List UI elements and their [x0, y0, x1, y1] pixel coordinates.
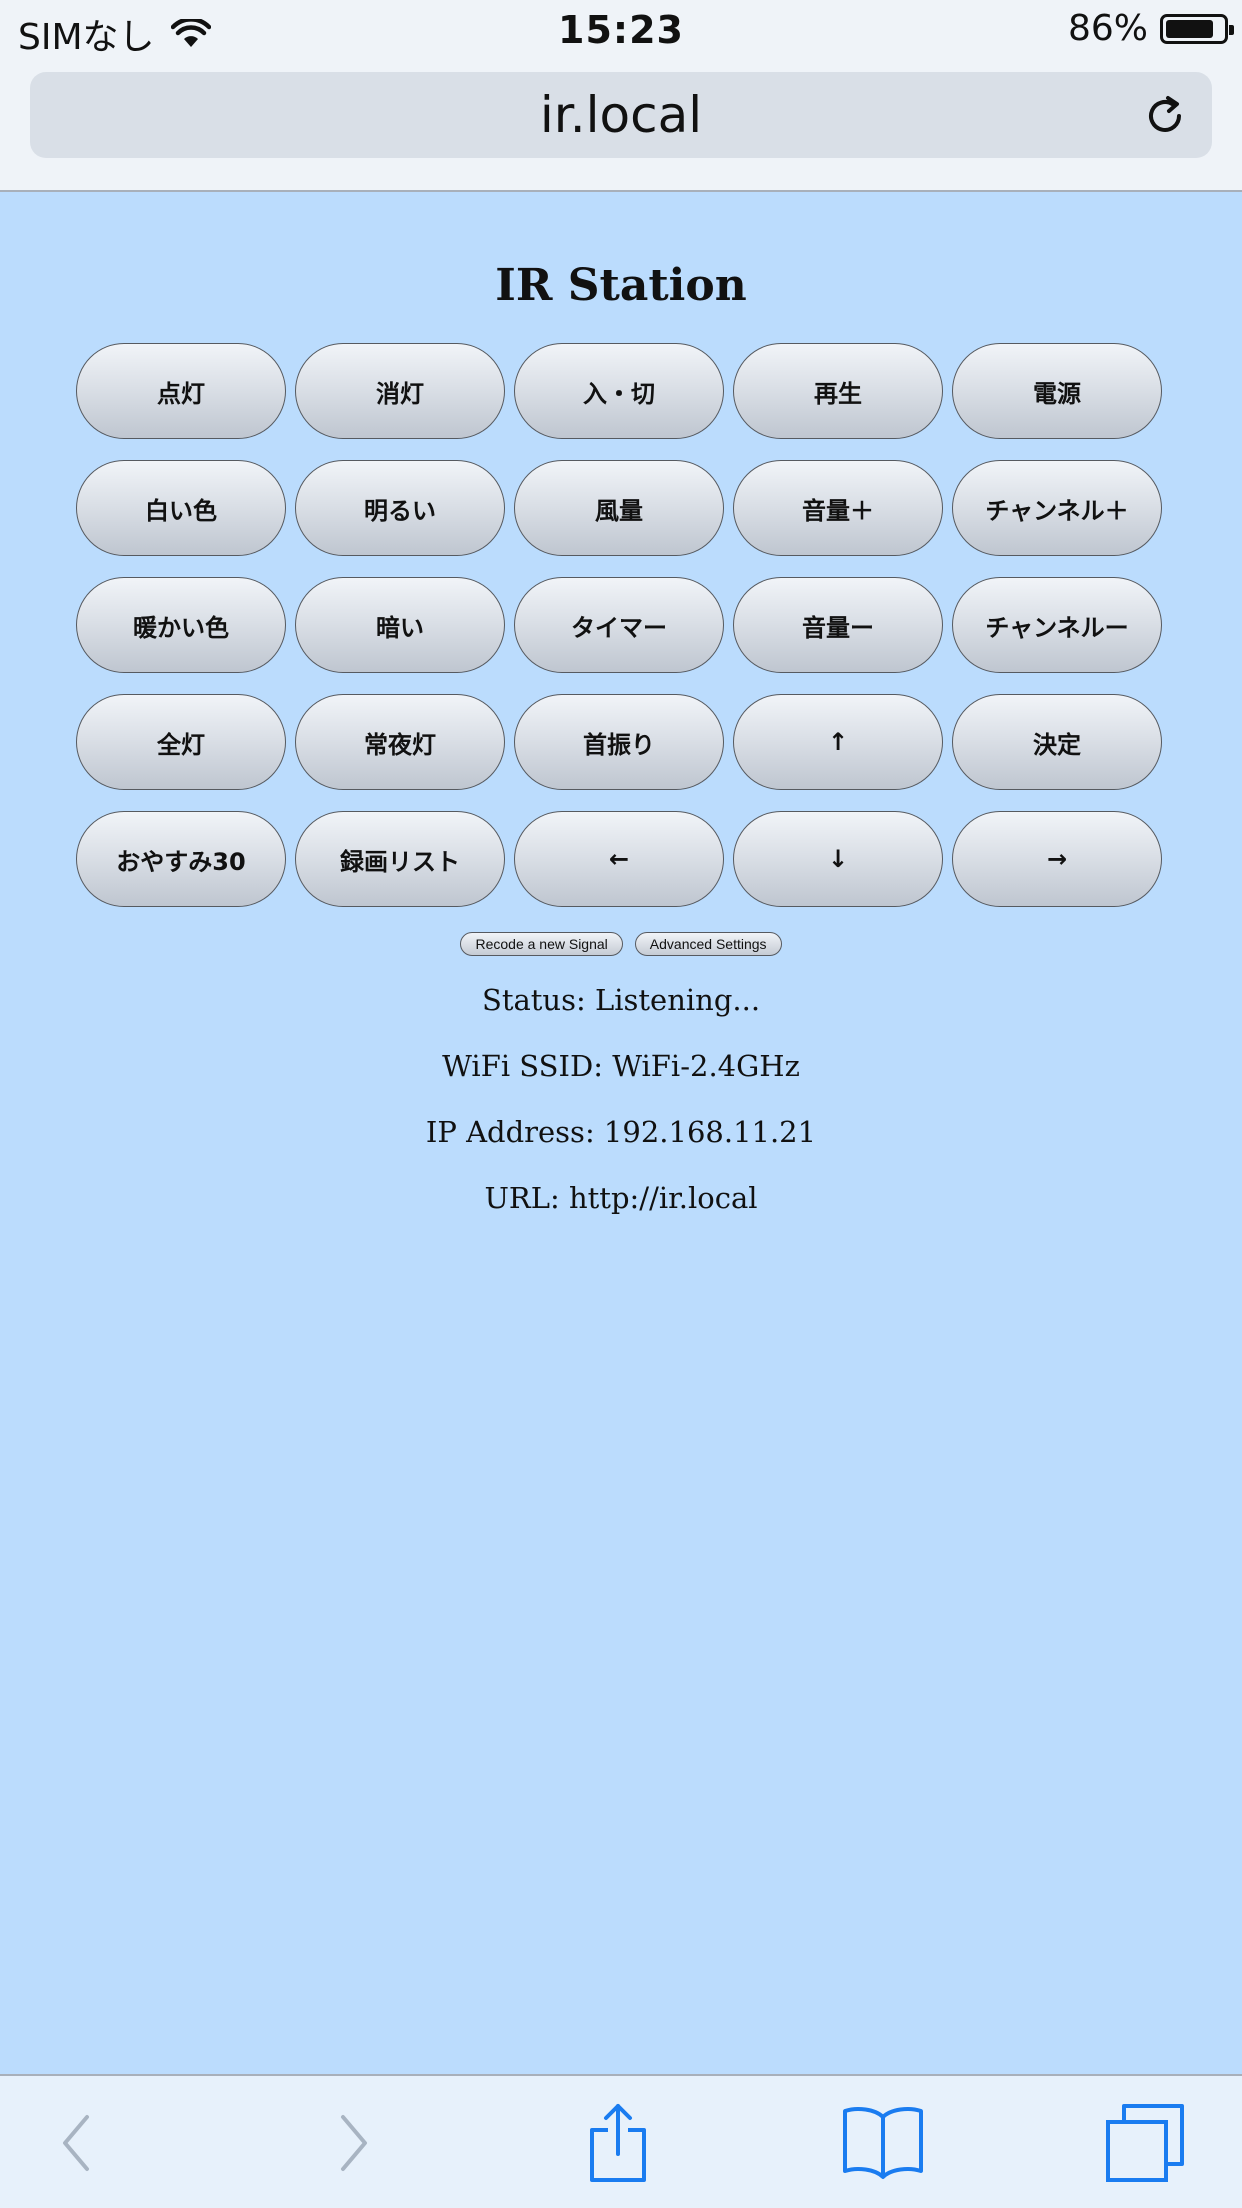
forward-button[interactable] — [308, 2102, 398, 2184]
ir-button[interactable]: チャンネル＋ — [952, 460, 1162, 556]
ir-button[interactable]: 音量＋ — [733, 460, 943, 556]
ir-button[interactable]: 入・切 — [514, 343, 724, 439]
address-field[interactable]: ir.local — [30, 72, 1212, 158]
page-title: IR Station — [495, 260, 747, 311]
ir-button[interactable]: 明るい — [295, 460, 505, 556]
ir-button[interactable]: 白い色 — [76, 460, 286, 556]
bookmarks-button[interactable] — [838, 2102, 928, 2184]
ir-button[interactable]: 常夜灯 — [295, 694, 505, 790]
advanced-settings-button[interactable]: Advanced Settings — [634, 932, 782, 956]
ir-button[interactable]: 録画リスト — [295, 811, 505, 907]
back-button[interactable] — [32, 2102, 122, 2184]
book-icon — [843, 2107, 923, 2179]
status-text: Status: Listening... — [481, 983, 761, 1017]
settings-buttons: Recode a new Signal Advanced Settings — [0, 932, 1242, 956]
ir-button[interactable]: 点灯 — [76, 343, 286, 439]
ir-button[interactable]: 暖かい色 — [76, 577, 286, 673]
ir-button[interactable]: 再生 — [733, 343, 943, 439]
clock: 15:23 — [558, 8, 684, 52]
wifi-ssid-text: WiFi SSID: WiFi-2.4GHz — [442, 1049, 800, 1083]
chevron-right-icon — [341, 2115, 367, 2171]
address-bar-area: ir.local — [0, 62, 1242, 192]
ir-button-left[interactable]: ← — [514, 811, 724, 907]
ir-button-grid: 点灯 消灯 入・切 再生 電源 白い色 明るい 風量 音量＋ チャンネル＋ 暖か… — [76, 343, 1166, 907]
device-info: Status: Listening... WiFi SSID: WiFi-2.4… — [0, 982, 1242, 1246]
status-right: 86% — [1067, 8, 1234, 49]
ir-button[interactable]: 消灯 — [295, 343, 505, 439]
ir-button[interactable]: タイマー — [514, 577, 724, 673]
web-content: IR Station 点灯 消灯 入・切 再生 電源 白い色 明るい 風量 音量… — [0, 192, 1242, 2074]
ir-button[interactable]: 首振り — [514, 694, 724, 790]
battery-icon — [1160, 13, 1234, 44]
status-bar: SIMなし 15:23 86% — [0, 0, 1242, 62]
ir-button[interactable]: おやすみ30 — [76, 811, 286, 907]
ir-button-right[interactable]: → — [952, 811, 1162, 907]
ip-address-text: IP Address: 192.168.11.21 — [425, 1115, 817, 1149]
url-text: URL: http://ir.local — [484, 1181, 758, 1215]
tabs-icon — [1106, 2104, 1184, 2182]
ir-button[interactable]: 電源 — [952, 343, 1162, 439]
browser-toolbar — [0, 2074, 1242, 2208]
ir-button[interactable]: 決定 — [952, 694, 1162, 790]
ir-button[interactable]: 音量ー — [733, 577, 943, 673]
reload-icon[interactable] — [1142, 92, 1190, 140]
recode-signal-button[interactable]: Recode a new Signal — [460, 932, 623, 956]
tabs-button[interactable] — [1100, 2102, 1190, 2184]
ir-button[interactable]: チャンネルー — [952, 577, 1162, 673]
ir-button-down[interactable]: ↓ — [733, 811, 943, 907]
battery-percent: 86% — [1067, 8, 1148, 49]
ir-button[interactable]: 風量 — [514, 460, 724, 556]
share-icon — [590, 2104, 646, 2182]
address-url[interactable]: ir.local — [30, 86, 1212, 144]
battery-fill — [1166, 19, 1214, 38]
share-button[interactable] — [573, 2102, 663, 2184]
chevron-left-icon — [63, 2115, 89, 2171]
ir-button[interactable]: 全灯 — [76, 694, 286, 790]
ir-button-up[interactable]: ↑ — [733, 694, 943, 790]
ir-button[interactable]: 暗い — [295, 577, 505, 673]
